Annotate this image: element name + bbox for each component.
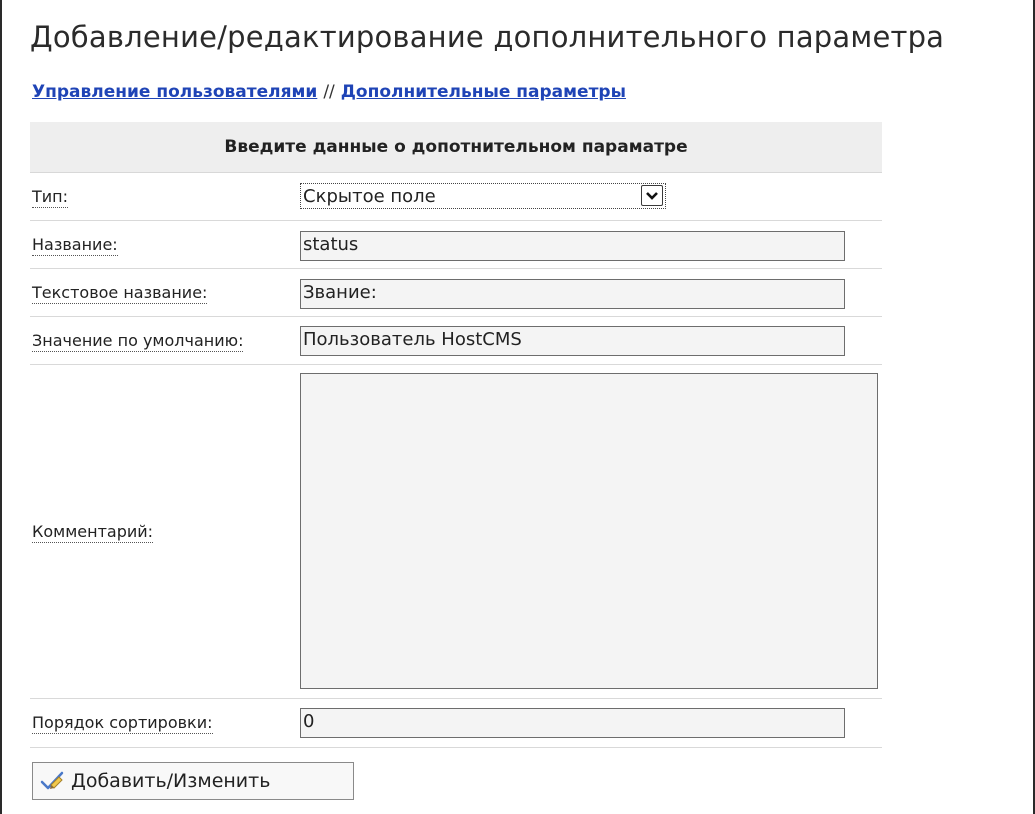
- sort-order-input[interactable]: 0: [300, 708, 845, 738]
- add-edit-button[interactable]: Добавить/Изменить: [32, 762, 354, 800]
- breadcrumb-users-link[interactable]: Управление пользователями: [32, 82, 317, 102]
- row-type: Тип: Скрытое поле: [30, 173, 882, 221]
- breadcrumb-params-link[interactable]: Дополнительные параметры: [341, 82, 626, 102]
- breadcrumb-separator: //: [323, 82, 335, 102]
- comment-label: Комментарий:: [32, 522, 154, 543]
- page-title: Добавление/редактирование дополнительног…: [30, 20, 945, 54]
- type-select[interactable]: Скрытое поле: [300, 183, 666, 209]
- row-comment: Комментарий:: [30, 365, 882, 699]
- row-default-value: Значение по умолчанию: Пользователь Host…: [30, 317, 882, 365]
- default-value-input[interactable]: Пользователь HostCMS: [300, 326, 845, 356]
- param-form: Введите данные о допотнительном параматр…: [30, 122, 882, 748]
- sort-order-label: Порядок сортировки:: [32, 713, 213, 734]
- chevron-down-icon[interactable]: [641, 185, 663, 206]
- type-label: Тип:: [32, 187, 69, 208]
- breadcrumb: Управление пользователями // Дополнительны…: [32, 82, 626, 102]
- name-label: Название:: [32, 235, 118, 256]
- type-select-value: Скрытое поле: [303, 186, 436, 207]
- comment-textarea[interactable]: [300, 373, 878, 689]
- row-sort-order: Порядок сортировки: 0: [30, 699, 882, 748]
- name-input[interactable]: status: [300, 231, 845, 261]
- text-name-input[interactable]: Звание:: [300, 279, 845, 309]
- pencil-check-icon: [39, 768, 65, 794]
- form-header: Введите данные о допотнительном параматр…: [30, 122, 882, 173]
- add-edit-button-label: Добавить/Изменить: [71, 770, 271, 792]
- row-name: Название: status: [30, 221, 882, 269]
- row-text-name: Текстовое название: Звание:: [30, 269, 882, 317]
- default-value-label: Значение по умолчанию:: [32, 331, 244, 352]
- text-name-label: Текстовое название:: [32, 283, 208, 304]
